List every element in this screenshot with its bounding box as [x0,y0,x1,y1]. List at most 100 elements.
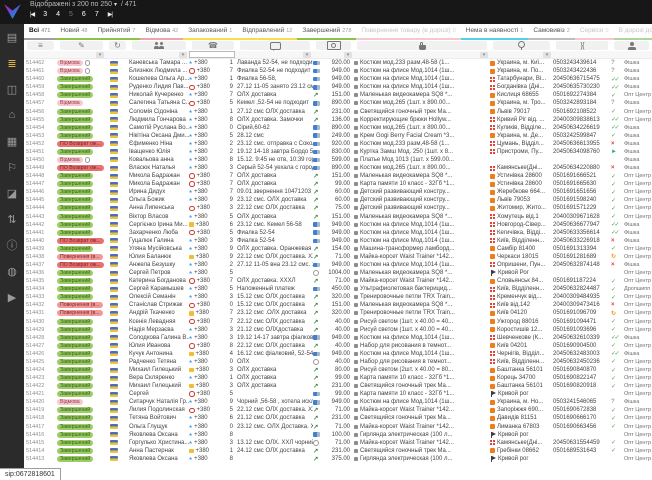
tab-повернення-товару-в-дорозі-[interactable]: Повернення товару (в дорозі)0 [356,24,460,40]
tab-завершений[interactable]: Завершений278 [297,24,356,40]
app-logo-icon[interactable] [2,1,23,22]
scanner-icon[interactable]: }{ [556,41,608,50]
table-row[interactable]: 514462ВідмоваКаневська Тамара ...*+3801Л… [24,59,652,67]
table-row[interactable]: 514432Повернення (в...Станіслав Стрижак+… [24,301,652,309]
table-row[interactable]: 514429ЗавершенийНадія Мерзаєва*+380321.1… [24,326,652,334]
chat-icon[interactable] [240,41,310,50]
person-icon[interactable] [614,41,649,50]
tab-новий[interactable]: Новий48 [55,24,92,40]
table-row[interactable]: 514430ЗавершенийКсенія Левадняя+380722.1… [24,318,652,326]
contacts-icon[interactable] [132,41,186,50]
tab-в-дорозі-додому[interactable]: В дорозі додому0 [614,24,652,40]
filter-dropdown[interactable]: ▾ [179,52,187,58]
first-page-button[interactable]: |◀ [30,11,34,18]
tab-самовивіз[interactable]: Самовивіз2 [528,24,575,40]
table-row[interactable]: 514455ЗавершенийЛюдмила Гончарова*+3808О… [24,116,652,124]
table-row[interactable]: 514457ВідмоваСалегина Татьяна С...+3805К… [24,99,652,107]
table-row[interactable]: 514444ЗавершенийАнна Липенська+380322.12… [24,204,652,212]
page-number-3[interactable]: 3 [43,11,47,18]
table-row[interactable]: 514415ЗавершенийГоргулько Христина...*+3… [24,439,652,447]
table-row[interactable]: 514451ЗавершенийІващенко Юлія*+380219.12… [24,148,652,156]
money-icon[interactable] [316,41,351,50]
table-row[interactable]: 514459ЗавершенийРуденко Лидия Пав...+380… [24,83,652,91]
phone-filter-input[interactable] [189,51,235,58]
table-row[interactable]: 514443ЗавершенийВіктор Власов*+3805ОЛХ д… [24,212,652,220]
table-row[interactable]: 514456ЗавершенийСоломія Сідоніна*+380127… [24,107,652,115]
table-row[interactable]: 514453ЗавершенийНікітіна Оксана Дми...*+… [24,132,652,140]
tab-запакований[interactable]: Запакований1 [183,24,237,40]
edit-icon[interactable]: ✎ [60,41,103,50]
sidebar-item-campaigns[interactable]: ⚐ [0,154,24,180]
table-row[interactable]: 514435ЗавершенийКатерина Богданова+3807О… [24,277,652,285]
table-row[interactable]: 514458ЗавершенийНиколай Кучеренко*+3807О… [24,91,652,99]
table-row[interactable]: 514413ЗавершенийЯковлева Оксана*+3808↗37… [24,455,652,463]
records-shown[interactable]: Відображені з 200 по 250▾ / 471 [30,1,137,8]
table-row[interactable]: 514448ЗавершенийМикола Бадражан+3807ОЛХ … [24,172,652,180]
table-row[interactable]: 514418ЗавершенийТетяна Войтович*+380621.… [24,414,652,422]
table-row[interactable]: 514450ВідмоваКовальова анна*+380815.12. … [24,156,652,164]
tab-сервіси[interactable]: Сервіси0 [575,24,614,40]
table-row[interactable]: 514461ВідмоваБлизнюк Людмила ...+3807Фиа… [24,67,652,75]
table-row[interactable]: 514426ЗавершенийКучук Антонина+380416.12… [24,350,652,358]
table-row[interactable]: 514439ЗавершенийУляна Мусійовська*+3809О… [24,245,652,253]
sidebar-item-settings[interactable]: ⇅ [0,206,24,232]
sidebar-item-statistics[interactable]: ◪ [0,180,24,206]
table-row[interactable]: 514428ЗавершенийСолодкова Галина В...*+3… [24,334,652,342]
table-row[interactable]: 514420ВідмоваСитарчук Наталія Гр...*+380… [24,398,652,406]
table-row[interactable]: 514427ЗавершенийЮлия Иванова+380822.12 с… [24,342,652,350]
sidebar-item-support[interactable]: ◍ [0,258,24,284]
table-row[interactable]: 514442ЗавершенийСергієнко Ірина Ми...+38… [24,221,652,229]
sidebar-item-video[interactable]: ▶ [0,284,24,310]
table-row[interactable]: 514445ЗавершенийОльга Божик*+380923.12 с… [24,196,652,204]
sidebar-item-dashboard[interactable]: ▤ [0,24,24,50]
table-row[interactable]: 514422ЗавершенийМихаил Гилецький+3803ОЛХ… [24,382,652,390]
sidebar-item-orders[interactable]: ≣ [0,50,24,76]
page-number-7[interactable]: 7 [95,11,99,18]
tab-відмова[interactable]: Відмова42 [140,24,183,40]
bag-icon[interactable] [357,41,487,50]
sidebar-item-clients[interactable]: ◫ [0,76,24,102]
table-row[interactable]: 514419ЗавершенийЛилия Подолинская+380522… [24,406,652,414]
page-number-6[interactable]: 6 [82,11,86,18]
table-row[interactable]: 514449ПО Возврат ож...Власюк Наталья*+38… [24,164,652,172]
table-row[interactable]: 514452ПО Возврат ож...Єфименко Ніна*+380… [24,140,652,148]
table-row[interactable]: 514417ЗавершенийОльга Глущук*+380023.12 … [24,423,652,431]
table-row[interactable]: 514414ЗавершенийАнна Пастернак+380124.12… [24,447,652,455]
table-row[interactable]: 514425ЗавершенийРадченко Тетяна*+3800ОЛХ… [24,358,652,366]
tab-відправлений[interactable]: Відправлений12 [237,24,297,40]
tab-нема-в-наявності[interactable]: Нема в наявності1 [461,24,529,40]
table-row[interactable]: 514446ЗавершенийИрина Дидух*+380709.01 з… [24,188,652,196]
filter-dropdown[interactable]: ▾ [96,52,104,58]
table-row[interactable]: 514423ЗавершенийВера Скляренко*+3801ОЛХ … [24,374,652,382]
filter-dropdown[interactable]: ▾ [344,52,352,58]
table-row[interactable]: 514421ЗавершенийСергей+380599.00Карта па… [24,390,652,398]
page-number-5[interactable]: 5 [69,11,73,18]
table-row[interactable]: 514438Повернення (в...Юлия Баланюк+38092… [24,253,652,261]
table-row[interactable]: 514441ЗавершенийЗахарченко Люба+3805Фиал… [24,229,652,237]
table-row[interactable]: 514431Повернення (в...Андрій Ткаченко+38… [24,309,652,317]
last-page-button[interactable]: ▶| [108,11,112,18]
filter-dropdown[interactable]: ▾ [543,52,551,58]
filter-dropdown[interactable]: ▾ [480,52,488,58]
refresh-icon[interactable]: ↻ [109,41,126,50]
table-row[interactable]: 514440ПО Возврат ож...Гуцалюк Галина*+38… [24,237,652,245]
table-row[interactable]: 514434ЗавершенийСергей Карамышев*+3805На… [24,285,652,293]
sidebar-item-info[interactable]: ⓘ [0,232,24,258]
tab-всі[interactable]: Всі471 [24,24,55,40]
page-number-4[interactable]: 4 [56,11,60,18]
table-row[interactable]: 514437ПО Возврат ож...Анжела Безушку*+38… [24,261,652,269]
sidebar-item-purchases[interactable]: ▦ [0,128,24,154]
list-icon[interactable]: ≡ [27,41,54,50]
location-pin-icon[interactable] [493,41,550,50]
table-row[interactable]: 514447ЗавершенийМикола Бадражан+3807ОЛХ … [24,180,652,188]
table-row[interactable]: 514433ЗавершенийОлексій Семанін*+380315.… [24,293,652,301]
sidebar-item-company[interactable]: ⌂ [0,102,24,128]
phone-icon[interactable]: ☎ [192,41,234,50]
tab-прийнятий[interactable]: Прийнятий7 [92,24,140,40]
table-row[interactable]: 514454ЗавершенийСамотій Руслана Во...*+3… [24,124,652,132]
table-row[interactable]: 514424ЗавершенийМихаил Гилецький+3803ОЛХ… [24,366,652,374]
filter-dropdown[interactable]: ▾ [303,52,311,58]
table-row[interactable]: 514416ЗавершенийЯковлева Оксана*+3808100… [24,431,652,439]
table-row[interactable]: 514436ЗавершенийСергей Петров*+38051004.… [24,269,652,277]
table-row[interactable]: 514460ЗавершенийКошелева Ольга Ар...*+38… [24,75,652,83]
